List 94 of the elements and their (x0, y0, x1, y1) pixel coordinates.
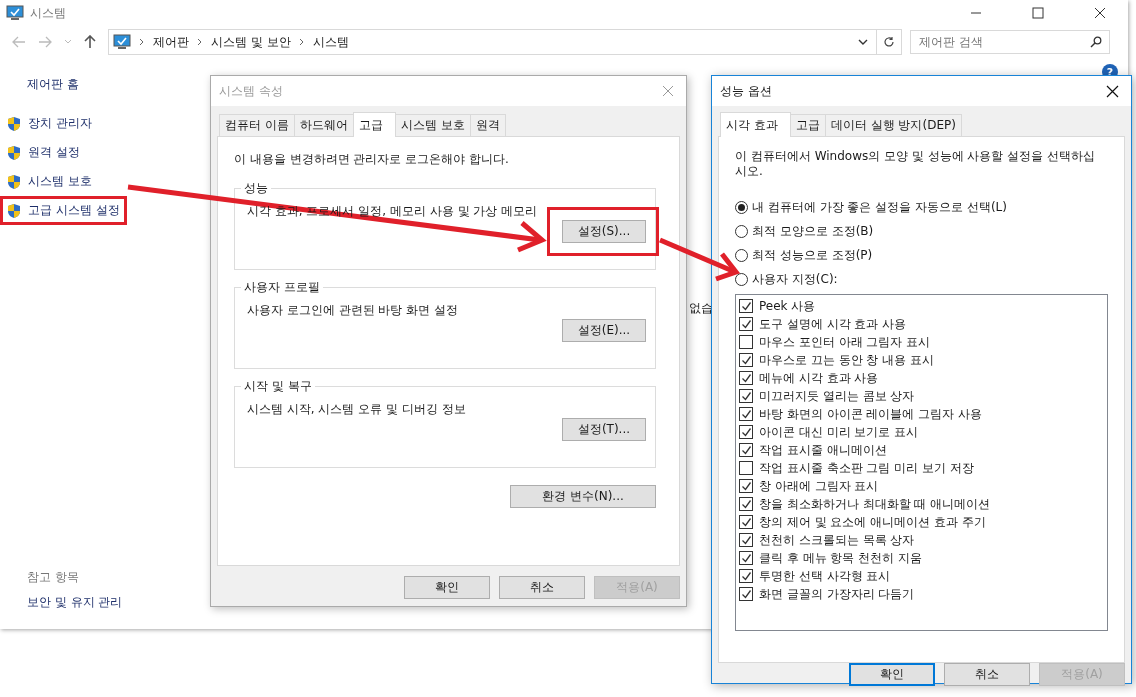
radio-button[interactable] (735, 249, 748, 262)
search-field[interactable]: 제어판 검색 (910, 30, 1110, 54)
shield-icon (7, 173, 21, 190)
sidebar-link[interactable]: 시스템 보호 (0, 167, 99, 196)
chevron-right-icon (298, 38, 305, 46)
dialog-title: 시스템 속성 (219, 82, 283, 100)
checkbox[interactable] (739, 533, 753, 547)
refresh-icon (883, 36, 895, 48)
radio-button[interactable] (735, 201, 748, 214)
dialog-button[interactable]: 취소 (944, 663, 1030, 686)
tab[interactable]: 원격 (469, 114, 506, 136)
checkbox[interactable] (739, 587, 753, 601)
breadcrumb-item[interactable]: 시스템 (312, 33, 349, 51)
checkbox-label[interactable]: 작업 표시줄 애니메이션 (759, 441, 887, 459)
checkbox[interactable] (739, 317, 753, 331)
dialog-title: 성능 옵션 (720, 82, 772, 100)
checkbox-label[interactable]: 창을 최소화하거나 최대화할 때 애니메이션 (759, 495, 991, 513)
dialog-button[interactable]: 취소 (499, 576, 585, 599)
address-bar[interactable]: 제어판 시스템 및 보안 시스템 (108, 29, 902, 55)
checkbox-label[interactable]: 창 아래에 그림자 표시 (759, 477, 879, 495)
chevron-down-icon[interactable] (858, 38, 868, 46)
sidebar-link[interactable]: 제어판 홈 (27, 76, 180, 93)
sidebar-link[interactable]: 장치 관리자 (0, 109, 99, 138)
maximize-icon[interactable] (1032, 7, 1044, 19)
checkbox[interactable] (739, 479, 753, 493)
section-heading: 참고 항목 (27, 569, 80, 586)
sidebar-link[interactable]: 원격 설정 (0, 138, 87, 167)
checkbox-label[interactable]: 미끄러지듯 열리는 콤보 상자 (759, 387, 915, 405)
chevron-right-icon (197, 38, 203, 46)
monitor-icon (6, 5, 24, 21)
checkbox-label[interactable]: 화면 글꼴의 가장자리 다듬기 (759, 585, 915, 603)
close-icon[interactable] (1094, 7, 1106, 19)
close-icon[interactable] (1106, 84, 1119, 98)
group-description: 사용자 로그인에 관련된 바탕 화면 설정 (247, 302, 459, 319)
checkbox[interactable] (739, 389, 753, 403)
up-arrow-icon[interactable] (84, 35, 96, 49)
checkbox[interactable] (739, 443, 753, 457)
shield-icon (7, 202, 21, 219)
tab[interactable]: 데이터 실행 방지(DEP) (824, 114, 962, 136)
shield-icon (7, 115, 21, 132)
checkbox[interactable] (739, 425, 753, 439)
shield-icon (7, 144, 21, 161)
radio-label[interactable]: 최적 모양으로 조정(B) (752, 223, 874, 240)
checkbox[interactable] (739, 569, 753, 583)
radio-label[interactable]: 최적 성능으로 조정(P) (752, 247, 873, 264)
checkbox-label[interactable]: 투명한 선택 사각형 표시 (759, 567, 891, 585)
tab[interactable]: 시각 효과 (720, 112, 791, 137)
radio-label[interactable]: 사용자 지정(C): (752, 271, 838, 288)
settings-button[interactable]: 설정(E)... (562, 319, 646, 342)
checkbox-label[interactable]: 메뉴에 시각 효과 사용 (759, 369, 879, 387)
dialog-button[interactable]: 확인 (849, 663, 935, 686)
checkbox[interactable] (739, 551, 753, 565)
group-title: 사용자 프로필 (243, 279, 321, 296)
window-title: 시스템 (30, 4, 66, 22)
checkbox[interactable] (739, 407, 753, 421)
breadcrumb-item[interactable]: 제어판 (153, 33, 189, 51)
dialog-button[interactable]: 확인 (404, 576, 490, 599)
checkbox[interactable] (739, 335, 753, 349)
search-icon (1090, 36, 1102, 48)
checkbox-label[interactable]: 마우스로 끄는 동안 창 내용 표시 (759, 351, 935, 369)
description-text: 이 컴퓨터에서 Windows의 모양 및 성능에 사용할 설정을 선택하십시오. (735, 149, 1097, 179)
tab[interactable]: 컴퓨터 이름 (219, 114, 295, 136)
checkbox-label[interactable]: Peek 사용 (759, 297, 816, 315)
settings-button[interactable]: 설정(T)... (562, 418, 646, 441)
checkbox[interactable] (739, 497, 753, 511)
checkbox[interactable] (739, 515, 753, 529)
checkbox-label[interactable]: 마우스 포인터 아래 그림자 표시 (759, 333, 931, 351)
sidebar-link[interactable]: 보안 및 유지 관리 (27, 594, 180, 611)
checkbox[interactable] (739, 299, 753, 313)
checkbox[interactable] (739, 461, 753, 475)
chevron-right-icon (139, 38, 145, 46)
checkbox-label[interactable]: 아이콘 대신 미리 보기로 표시 (759, 423, 919, 441)
group-title: 성능 (243, 180, 269, 197)
radio-label[interactable]: 내 컴퓨터에 가장 좋은 설정을 자동으로 선택(L) (752, 199, 1007, 216)
tab[interactable]: 고급 (352, 112, 396, 137)
checkbox-label[interactable]: 도구 설명에 시각 효과 사용 (759, 315, 907, 333)
body-text: 없습 (689, 300, 713, 317)
checkbox-label[interactable]: 창의 제어 및 요소에 애니메이션 효과 주기 (759, 513, 986, 531)
checkbox[interactable] (739, 371, 753, 385)
checkbox-label[interactable]: 클릭 후 메뉴 항목 천천히 지움 (759, 549, 923, 567)
highlighted-sidebar-link[interactable]: 고급 시스템 설정 (0, 196, 127, 225)
group-title: 시작 및 복구 (243, 378, 313, 395)
radio-button[interactable] (735, 273, 748, 286)
checkbox-label[interactable]: 바탕 화면의 아이콘 레이블에 그림자 사용 (759, 405, 983, 423)
checkbox[interactable] (739, 353, 753, 367)
checkbox-label[interactable]: 천천히 스크롤되는 목록 상자 (759, 531, 915, 549)
notice-text: 이 내용을 변경하려면 관리자로 로그온해야 합니다. (234, 151, 510, 168)
checkbox-label[interactable]: 작업 표시줄 축소판 그림 미리 보기 저장 (759, 459, 974, 477)
environment-variables-button[interactable]: 환경 변수(N)... (510, 485, 656, 508)
settings-button[interactable]: 설정(S)... (562, 220, 646, 243)
group-description: 시스템 시작, 시스템 오류 및 디버깅 정보 (247, 401, 466, 418)
monitor-icon (113, 34, 131, 50)
breadcrumb-item[interactable]: 시스템 및 보안 (211, 33, 291, 51)
radio-button[interactable] (735, 225, 748, 238)
